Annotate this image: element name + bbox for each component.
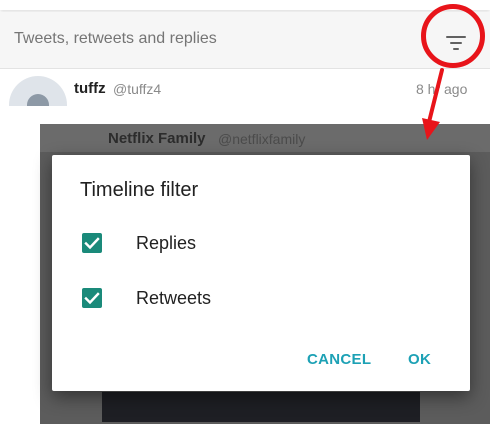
- option-replies[interactable]: Replies: [80, 228, 420, 258]
- tweet-row[interactable]: tuffz @tuffz4 8 hr ago: [0, 70, 490, 106]
- replies-label: Replies: [136, 233, 197, 253]
- check-icon: [84, 292, 100, 305]
- check-icon: [84, 237, 100, 250]
- tweet-timestamp: 8 hr ago: [416, 81, 468, 97]
- retweets-label: Retweets: [136, 288, 212, 308]
- annotation-circle: [421, 4, 485, 68]
- tweet-author-name: tuffz: [74, 80, 106, 97]
- background-tweet-image: [102, 392, 420, 422]
- option-retweets[interactable]: Retweets: [80, 283, 420, 313]
- avatar[interactable]: [9, 76, 67, 106]
- timeline-filter-dialog: Timeline filter Replies Retweets CANCEL …: [52, 155, 470, 391]
- filter-bar-label: Tweets, retweets and replies: [14, 30, 217, 47]
- background-tweet-name: Netflix Family: [108, 130, 206, 147]
- app-header-strip: [0, 0, 490, 10]
- tweet-author-handle: @tuffz4: [113, 81, 162, 97]
- dialog-title: Timeline filter: [80, 179, 199, 201]
- replies-checkbox[interactable]: [82, 233, 102, 253]
- ok-button[interactable]: OK: [408, 351, 431, 368]
- retweets-checkbox[interactable]: [82, 288, 102, 308]
- timeline-filter-bar: Tweets, retweets and replies: [0, 12, 490, 69]
- background-tweet-handle: @netflixfamily: [218, 131, 306, 147]
- cancel-button[interactable]: CANCEL: [307, 351, 371, 368]
